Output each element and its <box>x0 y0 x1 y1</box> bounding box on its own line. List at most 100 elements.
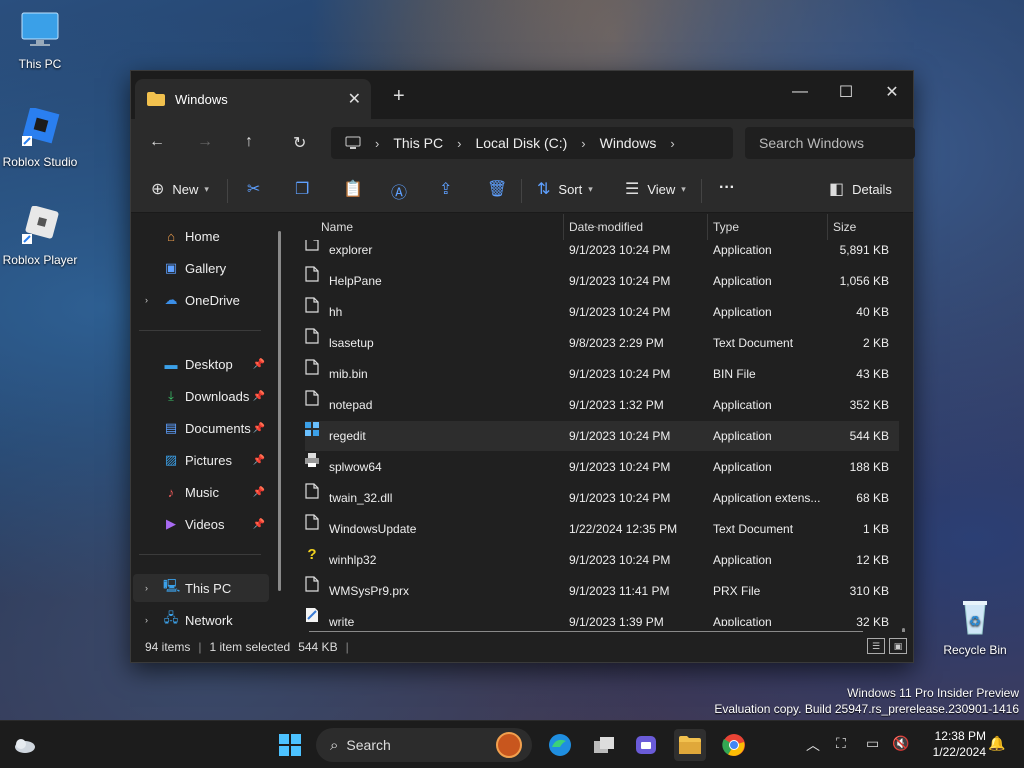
column-header-size[interactable]: Size <box>833 220 856 234</box>
more-options-button[interactable]: ··· <box>719 179 735 197</box>
chevron-right-icon[interactable]: › <box>145 583 148 593</box>
desktop-icon-roblox-player[interactable]: Roblox Player <box>0 205 80 267</box>
breadcrumb-windows[interactable]: Windows <box>600 135 657 151</box>
column-header-date[interactable]: Date modified <box>569 220 643 234</box>
pin-icon[interactable]: 📌 <box>253 519 265 530</box>
clock[interactable]: 12:38 PM 1/22/2024 <box>933 728 986 760</box>
pin-icon[interactable]: 📌 <box>253 423 265 434</box>
nav-item-downloads[interactable]: ⤓ Downloads 📌 <box>133 382 269 410</box>
edge-icon[interactable] <box>544 729 576 761</box>
column-divider[interactable] <box>707 214 708 240</box>
paste-button[interactable]: 📋 <box>343 179 371 199</box>
column-header-type[interactable]: Type <box>713 220 739 234</box>
details-view-icon[interactable]: ☰ <box>867 638 885 654</box>
weather-widget-icon[interactable] <box>8 729 40 761</box>
volume-muted-icon[interactable]: 🔇 <box>892 735 909 752</box>
view-button[interactable]: ☰ View ▾ <box>625 179 686 199</box>
nav-item-music[interactable]: ♪ Music 📌 <box>133 478 269 506</box>
file-explorer-taskbar-icon[interactable] <box>674 729 706 761</box>
nav-item-home[interactable]: ⌂ Home <box>133 222 269 250</box>
desktop-icon-roblox-studio[interactable]: Roblox Studio <box>0 106 80 169</box>
network-status-icon[interactable]: ⛶ <box>836 735 846 752</box>
tab-close-icon[interactable]: ✕ <box>348 89 361 109</box>
file-row[interactable]: splwow64 9/1/2023 10:24 PM Application 188 … <box>305 452 899 482</box>
file-row[interactable]: lsasetup 9/8/2023 2:29 PM Text Document 2 K… <box>305 328 899 358</box>
file-row[interactable]: write 9/1/2023 1:39 PM Application 32 KB <box>305 607 899 626</box>
search-input[interactable]: Search Windows <box>745 127 915 159</box>
pin-icon[interactable]: 📌 <box>253 391 265 402</box>
share-button[interactable]: ⇪ <box>439 179 460 199</box>
breadcrumb-this-pc[interactable]: This PC <box>393 135 443 151</box>
delete-button[interactable]: 🗑 <box>487 179 515 199</box>
file-row[interactable]: WindowsUpdate 1/22/2024 12:35 PM Text Docu… <box>305 514 899 544</box>
computer-icon <box>345 136 361 149</box>
file-date: 9/1/2023 10:24 PM <box>569 274 671 288</box>
file-name: splwow64 <box>329 460 382 474</box>
chevron-right-icon[interactable]: › <box>145 295 148 305</box>
pin-icon[interactable]: 📌 <box>253 359 265 370</box>
copy-button[interactable]: ❐ <box>295 179 317 199</box>
desktop-icon-this-pc[interactable]: This PC <box>0 10 80 71</box>
nav-item-desktop[interactable]: ▬ Desktop 📌 <box>133 350 269 378</box>
start-icon[interactable] <box>274 729 306 761</box>
nav-item-this-pc[interactable]: › 🖳 This PC <box>133 574 269 602</box>
nav-item-documents[interactable]: ▤ Documents 📌 <box>133 414 269 442</box>
file-row[interactable]: ? winhlp32 9/1/2023 10:24 PM Application 12 … <box>305 545 899 575</box>
file-row[interactable]: regedit 9/1/2023 10:24 PM Application 544 K… <box>305 421 899 451</box>
file-row[interactable]: mib.bin 9/1/2023 10:24 PM BIN File 43 KB <box>305 359 899 389</box>
file-row[interactable]: hh 9/1/2023 10:24 PM Application 40 KB <box>305 297 899 327</box>
nav-item-network[interactable]: › 🖧 Network <box>133 606 269 634</box>
pin-icon[interactable]: 📌 <box>253 487 265 498</box>
teams-icon[interactable] <box>630 729 662 761</box>
details-button[interactable]: ◧ Details <box>829 179 892 199</box>
address-row: ← → ↑ ↻ › This PC › Local Disk (C:) › Wi… <box>131 119 915 167</box>
nav-item-onedrive[interactable]: › ☁ OneDrive <box>133 286 269 314</box>
file-row[interactable]: notepad 9/1/2023 1:32 PM Application 352 KB <box>305 390 899 420</box>
nav-item-videos[interactable]: ▶ Videos 📌 <box>133 510 269 538</box>
nav-scrollbar[interactable] <box>278 231 281 591</box>
close-window-button[interactable]: ✕ <box>869 77 915 107</box>
display-icon[interactable]: ▭ <box>866 735 879 752</box>
desktop-icon-recycle-bin[interactable]: ♻ Recycle Bin <box>935 596 1015 657</box>
sort-button[interactable]: ⇅ Sort ▾ <box>537 179 593 199</box>
file-date: 9/8/2023 2:29 PM <box>569 336 664 350</box>
new-tab-button[interactable]: + <box>393 85 405 108</box>
breadcrumb-local-disk[interactable]: Local Disk (C:) <box>475 135 567 151</box>
nav-item-pictures[interactable]: ▨ Pictures 📌 <box>133 446 269 474</box>
file-type: Text Document <box>713 522 794 536</box>
nav-item-gallery[interactable]: ▣ Gallery <box>133 254 269 282</box>
show-hidden-icons-icon[interactable]: ︿ <box>806 735 820 755</box>
notification-bell-icon[interactable]: 🔔 <box>988 735 1005 752</box>
tiles-view-icon[interactable]: ▣ <box>889 638 907 654</box>
column-divider[interactable] <box>563 214 564 240</box>
refresh-icon[interactable]: ↻ <box>293 133 306 153</box>
file-icon <box>305 328 319 344</box>
file-name: WMSysPr9.prx <box>329 584 410 598</box>
nav-label: Home <box>185 228 220 244</box>
file-row[interactable]: explorer 9/1/2023 10:24 PM Application 5,89… <box>305 240 899 265</box>
file-type: Application <box>713 553 772 567</box>
forward-icon[interactable]: → <box>197 133 213 151</box>
chevron-right-icon[interactable]: › <box>145 615 148 625</box>
rename-button[interactable]: Ⓐ <box>391 179 415 203</box>
address-bar[interactable]: › This PC › Local Disk (C:) › Windows › <box>331 127 733 159</box>
chrome-icon[interactable] <box>718 729 750 761</box>
maximize-button[interactable]: ☐ <box>823 77 869 107</box>
back-icon[interactable]: ← <box>149 133 165 151</box>
tab-windows[interactable]: Windows ✕ <box>135 79 371 119</box>
cut-button[interactable]: ✂ <box>247 179 268 199</box>
taskbar-search[interactable]: ⌕ Search <box>316 728 532 762</box>
pin-icon[interactable]: 📌 <box>253 455 265 466</box>
new-button[interactable]: ⊕ New ▾ <box>151 179 209 199</box>
column-header-name[interactable]: Name <box>321 220 353 234</box>
up-icon[interactable]: ↑ <box>245 133 253 151</box>
folder-icon <box>147 92 165 106</box>
file-row[interactable]: HelpPane 9/1/2023 10:24 PM Application 1,05… <box>305 266 899 296</box>
file-type: Application <box>713 460 772 474</box>
svg-text:?: ? <box>307 546 316 561</box>
column-divider[interactable] <box>827 214 828 240</box>
file-row[interactable]: twain_32.dll 9/1/2023 10:24 PM Application… <box>305 483 899 513</box>
file-row[interactable]: WMSysPr9.prx 9/1/2023 11:41 PM PRX File 310… <box>305 576 899 606</box>
minimize-button[interactable]: — <box>777 77 823 107</box>
task-view-icon[interactable] <box>588 729 620 761</box>
